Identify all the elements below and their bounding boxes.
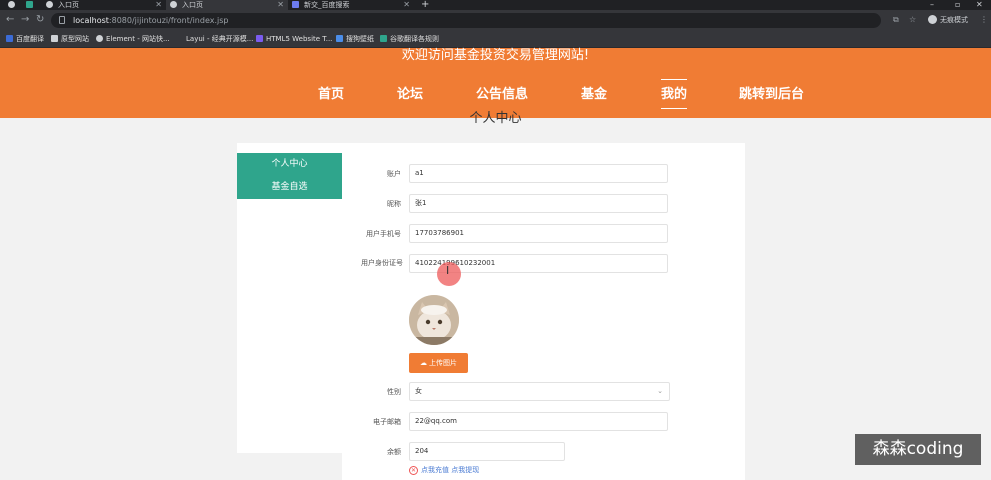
incognito-label: 无痕模式 — [940, 16, 968, 24]
upload-image-button[interactable]: ☁ 上传图片 — [409, 353, 468, 373]
globe-icon — [170, 1, 177, 8]
close-tab-icon[interactable]: ✕ — [403, 0, 410, 10]
nav-admin-jump[interactable]: 跳转到后台 — [739, 86, 804, 104]
nav-forum[interactable]: 论坛 — [397, 86, 423, 104]
bookmark-item[interactable]: 原型网站 — [51, 30, 89, 48]
bookmark-icon — [380, 35, 387, 42]
more-menu-icon[interactable]: ⋮ — [980, 15, 988, 25]
url-text: localhost:8080/jijintouzi/front/index.js… — [73, 13, 228, 28]
bookmark-label: 百度翻译 — [16, 35, 44, 43]
close-circle-icon: ✕ — [409, 466, 418, 475]
upload-button-label: 上传图片 — [429, 359, 457, 367]
back-icon[interactable]: ← — [6, 14, 14, 26]
nav-funds[interactable]: 基金 — [581, 86, 607, 104]
bookmark-label: 谷歌翻译各规则 — [390, 35, 439, 43]
browser-tab-active[interactable]: 入口页 ✕ — [166, 0, 288, 10]
bookmark-icon — [6, 35, 13, 42]
bookmarks-bar: 百度翻译 原型网站 Element - 网站快... Layui - 经典开源模… — [0, 30, 991, 48]
nav-home[interactable]: 首页 — [318, 86, 344, 104]
globe-icon — [46, 1, 53, 8]
site-header: 欢迎访问基金投资交易管理网站! — [0, 48, 991, 118]
globe-icon — [8, 1, 15, 8]
account-input[interactable]: a1 — [409, 164, 668, 183]
address-bar[interactable]: localhost:8080/jijintouzi/front/index.js… — [51, 13, 881, 28]
bookmark-icon — [256, 35, 263, 42]
bookmark-item[interactable]: 搜狗壁纸 — [336, 30, 374, 48]
browser-tab[interactable] — [26, 0, 46, 10]
forward-icon[interactable]: → — [21, 14, 29, 26]
incognito-icon — [928, 15, 937, 24]
new-tab-icon[interactable]: + — [421, 0, 429, 10]
account-label: 账户 — [387, 170, 401, 178]
tab-title: 入口页 — [58, 1, 79, 9]
menu-item-fund-watchlist[interactable]: 基金自选 — [237, 176, 342, 199]
gender-label: 性别 — [387, 388, 401, 396]
browser-tab-bar: 入口页 ✕ 入口页 ✕ 新交_百度搜索 ✕ + – ▫ ✕ — [0, 0, 991, 10]
idcard-label: 用户身份证号 — [361, 259, 403, 267]
tab-title: 入口页 — [182, 1, 203, 9]
balance-actions[interactable]: ✕ 点我充值 点我提现 — [409, 464, 479, 476]
close-tab-icon[interactable]: ✕ — [277, 0, 284, 10]
close-tab-icon[interactable]: ✕ — [155, 0, 162, 10]
balance-input[interactable]: 204 — [409, 442, 565, 461]
bookmark-icon — [51, 35, 58, 42]
email-label: 电子邮箱 — [373, 418, 401, 426]
bookmark-item[interactable]: Layui - 经典开源模... — [176, 30, 253, 48]
bookmark-item[interactable]: HTML5 Website T... — [256, 30, 332, 48]
nav-announcements[interactable]: 公告信息 — [476, 86, 528, 104]
tab-title: 新交_百度搜索 — [304, 1, 350, 9]
bookmark-icon — [96, 35, 103, 42]
recharge-withdraw-links[interactable]: 点我充值 点我提现 — [421, 466, 479, 474]
nav-mine[interactable]: 我的 — [661, 79, 688, 109]
gender-value: 女 — [415, 387, 422, 395]
welcome-banner: 欢迎访问基金投资交易管理网站! — [401, 48, 590, 63]
avatar — [409, 295, 459, 345]
cat-photo-icon — [409, 295, 459, 345]
incognito-indicator[interactable]: 无痕模式 — [928, 15, 968, 25]
translate-icon[interactable]: ⧉ — [893, 15, 899, 25]
watermark: 森森coding — [855, 434, 981, 465]
menu-item-profile[interactable]: 个人中心 — [237, 153, 342, 176]
browser-tab[interactable]: 入口页 ✕ — [46, 0, 166, 10]
phone-input[interactable]: 17703786901 — [409, 224, 668, 243]
phone-label: 用户手机号 — [366, 230, 401, 238]
url-host: localhost — [73, 16, 109, 25]
minimize-icon[interactable]: – — [930, 0, 934, 10]
bookmark-label: 原型网站 — [61, 35, 89, 43]
star-icon[interactable]: ☆ — [909, 15, 916, 25]
cloud-upload-icon: ☁ — [420, 359, 427, 367]
bookmark-label: Element - 网站快... — [106, 35, 170, 43]
nickname-input[interactable]: 张1 — [409, 194, 668, 213]
bookmark-item[interactable]: 谷歌翻译各规则 — [380, 30, 439, 48]
email-input[interactable]: 22@qq.com — [409, 412, 668, 431]
sheet-icon — [26, 1, 33, 8]
text-cursor-icon: I — [446, 264, 450, 277]
side-menu: 个人中心 基金自选 — [237, 143, 342, 453]
bookmark-label: Layui - 经典开源模... — [186, 35, 254, 43]
browser-tab[interactable]: 新交_百度搜索 ✕ — [292, 0, 414, 10]
balance-label: 余额 — [387, 448, 401, 456]
bookmark-label: HTML5 Website T... — [266, 35, 333, 43]
browser-tab[interactable] — [8, 0, 26, 10]
bookmark-item[interactable]: 百度翻译 — [6, 30, 44, 48]
browser-toolbar: ← → ↻ localhost:8080/jijintouzi/front/in… — [0, 10, 991, 30]
close-window-icon[interactable]: ✕ — [976, 0, 983, 10]
info-icon — [59, 16, 65, 24]
bookmark-icon — [336, 35, 343, 42]
reload-icon[interactable]: ↻ — [36, 14, 44, 26]
bookmark-icon — [176, 35, 183, 42]
maximize-icon[interactable]: ▫ — [955, 0, 960, 10]
page-icon — [292, 1, 299, 8]
page-title: 个人中心 — [469, 111, 522, 126]
gender-select[interactable]: 女 ⌄ — [409, 382, 670, 401]
bookmark-item[interactable]: Element - 网站快... — [96, 30, 170, 48]
chevron-down-icon: ⌄ — [657, 387, 663, 395]
bookmark-label: 搜狗壁纸 — [346, 35, 374, 43]
url-path: :8080/jijintouzi/front/index.jsp — [108, 16, 229, 25]
nickname-label: 昵称 — [387, 200, 401, 208]
